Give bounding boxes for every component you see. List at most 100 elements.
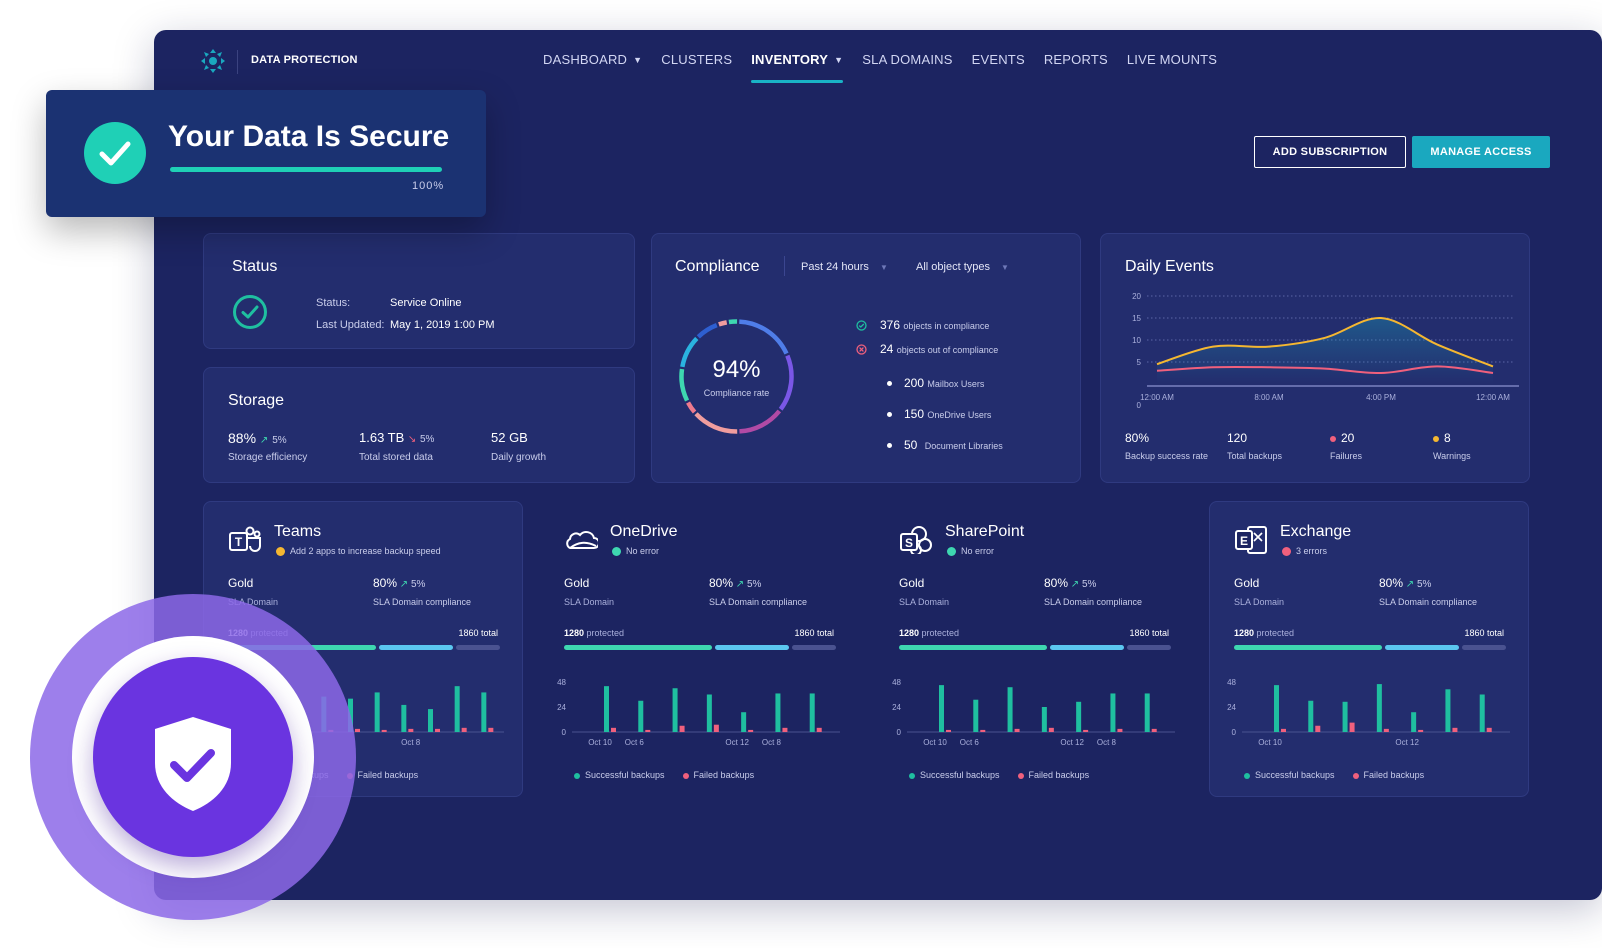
status-dot — [1282, 547, 1291, 557]
bar-successful — [775, 693, 781, 732]
app-status: Add 2 apps to increase backup speed — [276, 546, 441, 557]
nav-live-mounts[interactable]: LIVE MOUNTS — [1127, 52, 1217, 67]
bar-failed — [408, 728, 414, 732]
bar-successful — [672, 688, 678, 732]
daily-events-title: Daily Events — [1125, 258, 1214, 275]
compliance-value: 80% ↗ 5% — [709, 576, 762, 590]
y-tick-label: 24 — [892, 703, 901, 712]
compliance-value: 80% ↗ 5% — [373, 576, 426, 590]
bar-failed — [435, 728, 440, 732]
bar-failed — [980, 729, 986, 732]
manage-access-button[interactable]: MANAGE ACCESS — [1412, 136, 1550, 168]
sla-value: Gold — [1234, 576, 1260, 590]
x-tick-label: Oct 10 — [588, 738, 612, 747]
app-status: 3 errors — [1282, 546, 1327, 557]
bar-successful — [604, 686, 609, 732]
legend-dot — [909, 772, 915, 779]
backups-bar-chart: 0 24 48 Oct 10 Oct 6 Oct 12 Oct 8 — [557, 678, 840, 747]
trend-up-icon: ↗ — [1403, 579, 1417, 590]
compliance-value: 80% ↗ 5% — [1044, 576, 1097, 590]
secure-title: Your Data Is Secure — [168, 120, 450, 153]
trend-up-icon: ↗ — [259, 435, 269, 446]
chevron-down-icon: ▼ — [633, 54, 643, 65]
bar-successful — [1479, 694, 1485, 732]
nav-clusters[interactable]: CLUSTERS — [661, 52, 732, 67]
x-tick-label: Oct 12 — [1395, 738, 1419, 747]
bar-failed — [461, 727, 467, 732]
donut-segment — [696, 323, 718, 339]
sla-label: SLA Domain — [899, 597, 950, 607]
compliance-rate-label: Compliance rate — [703, 388, 770, 398]
add-subscription-button[interactable]: ADD SUBSCRIPTION — [1254, 136, 1406, 168]
app-card-exchange[interactable]: E Exchange 3 errors Gold SLA Domain 80% ↗ 5% S… — [1209, 501, 1529, 797]
status-dot — [1433, 435, 1439, 442]
legend-dot — [1352, 772, 1359, 779]
bar-successful — [638, 700, 644, 732]
y-tick-label: 48 — [557, 678, 566, 687]
x-tick-label: Oct 10 — [1258, 738, 1282, 747]
secure-progress-bar — [170, 167, 442, 172]
brand-name: DATA PROTECTION — [251, 54, 358, 66]
stored-data-value: 1.63 TB ↘ 5% — [359, 430, 435, 445]
nav-events[interactable]: EVENTS — [972, 52, 1025, 67]
svg-text:S: S — [905, 536, 913, 550]
shield-badge — [30, 594, 358, 922]
y-tick-label: 15 — [1132, 314, 1141, 323]
bar-successful — [741, 712, 747, 732]
period-dropdown[interactable]: Past 24 hours ▼ — [801, 261, 888, 273]
y-tick-label: 0 — [562, 728, 567, 737]
bar-failed — [645, 729, 651, 732]
nav-dashboard[interactable]: DASHBOARD ▼ — [543, 52, 642, 67]
progress-segment — [1385, 645, 1460, 650]
sla-value: Gold — [564, 576, 590, 590]
bar-successful — [1041, 707, 1047, 732]
nav-inventory[interactable]: INVENTORY ▼ — [751, 52, 844, 83]
bar-failed — [1083, 729, 1089, 732]
donut-segment — [728, 319, 738, 325]
breakdown-mailbox: 200 Mailbox Users — [904, 376, 985, 390]
compliance-title: Compliance — [675, 258, 760, 275]
x-tick-label: Oct 6 — [625, 738, 645, 747]
compliance-label: SLA Domain compliance — [373, 597, 472, 607]
compliance-label: SLA Domain compliance — [1379, 597, 1478, 607]
bar-successful — [973, 699, 979, 732]
protection-progress-bar — [564, 645, 836, 650]
bar-failed — [816, 727, 822, 732]
bar-successful — [428, 709, 433, 732]
shield-check-icon — [155, 717, 231, 811]
breakdown-libraries: 50 Document Libraries — [904, 438, 1003, 452]
backups-bar-chart: 0 24 48 Oct 10 Oct 6 Oct 12 Oct 8 — [892, 678, 1175, 747]
bar-successful — [1411, 712, 1417, 732]
app-card-sharepoint[interactable]: S SharePoint No error Gold SLA Domain 80% ↗ 5… — [874, 501, 1194, 797]
sla-label: SLA Domain — [1234, 597, 1285, 607]
y-tick-label: 0 — [897, 728, 902, 737]
bullet — [887, 381, 892, 386]
donut-segment — [739, 319, 789, 355]
app-name: Teams — [274, 523, 322, 540]
bar-failed — [1151, 728, 1157, 732]
nav-reports[interactable]: REPORTS — [1044, 52, 1108, 67]
secure-banner: Your Data Is Secure 100% — [46, 90, 486, 217]
trend-up-icon: ↗ — [733, 579, 747, 590]
trend-up-icon: ↗ — [397, 579, 411, 590]
progress-segment — [1050, 645, 1125, 650]
legend-dot — [1017, 772, 1024, 779]
object-type-dropdown[interactable]: All object types ▼ — [916, 261, 1009, 273]
app-name: OneDrive — [610, 523, 678, 540]
bar-failed — [679, 725, 685, 732]
in-compliance-count: 376 objects in compliance — [880, 318, 990, 332]
y-tick-label: 10 — [1132, 336, 1141, 345]
x-tick-label: 4:00 PM — [1366, 393, 1396, 402]
donut-segment — [694, 412, 738, 434]
nav-sla-domains[interactable]: SLA DOMAINS — [862, 52, 952, 67]
app-card-onedrive[interactable]: OneDrive No error Gold SLA Domain 80% ↗ 5% SL… — [539, 501, 859, 797]
progress-segment — [379, 645, 454, 650]
bar-failed — [1014, 728, 1020, 732]
x-tick-label: Oct 8 — [762, 738, 782, 747]
progress-segment — [1234, 645, 1383, 650]
y-tick-label: 48 — [1227, 678, 1236, 687]
bar-successful — [1308, 700, 1314, 732]
status-dot — [612, 547, 621, 557]
backups-bar-chart: 0 24 48 Oct 10 Oct 12 — [1227, 678, 1510, 747]
teams-icon: T — [229, 526, 261, 552]
